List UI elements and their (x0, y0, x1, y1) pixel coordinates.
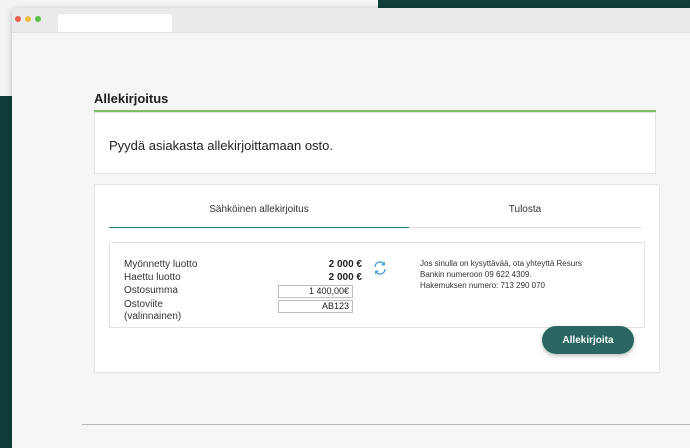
purchase-amount-input[interactable]: 1 400,00€ (278, 285, 353, 298)
browser-titlebar (12, 8, 690, 33)
instruction-text: Pyydä asiakasta allekirjoittamaan osto. (109, 138, 334, 153)
sign-button[interactable]: Allekirjoita (542, 326, 634, 354)
browser-tab[interactable] (58, 14, 172, 32)
purchase-reference-input[interactable]: AB123 (278, 300, 353, 313)
close-window-icon[interactable] (15, 16, 21, 22)
tab-electronic-signature[interactable]: Sähköinen allekirjoitus (109, 204, 409, 215)
browser-window: Allekirjoitus Pyydä asiakasta allekirjoi… (12, 8, 690, 448)
requested-credit-value: 2 000 € (328, 272, 362, 283)
purchase-amount-label: Ostosumma (124, 285, 178, 296)
minimize-window-icon[interactable] (25, 16, 31, 22)
help-line: Bankin numeroon 09 622 4309. (420, 270, 532, 279)
page-title: Allekirjoitus (94, 91, 169, 106)
background-panel-dark (378, 0, 690, 8)
granted-credit-label: Myönnetty luotto (124, 259, 198, 270)
application-number: Hakemuksen numero: 713 290 070 (420, 281, 545, 290)
purchase-reference-label: Ostoviite (124, 299, 163, 310)
footer-divider (82, 424, 690, 425)
requested-credit-label: Haettu luotto (124, 272, 181, 283)
purchase-reference-optional-label: (valinnainen) (124, 311, 182, 322)
active-tab-indicator (109, 227, 409, 228)
maximize-window-icon[interactable] (35, 16, 41, 22)
tab-print[interactable]: Tulosta (409, 204, 641, 215)
help-line: Jos sinulla on kysyttävää, ota yhteyttä … (420, 259, 582, 268)
instruction-box: Pyydä asiakasta allekirjoittamaan osto. (94, 112, 656, 174)
page-content: Allekirjoitus Pyydä asiakasta allekirjoi… (12, 33, 690, 448)
purchase-details: Myönnetty luotto 2 000 € Haettu luotto 2… (109, 242, 645, 328)
inactive-tab-indicator (409, 227, 641, 228)
granted-credit-value: 2 000 € (328, 259, 362, 270)
help-text: Jos sinulla on kysyttävää, ota yhteyttä … (420, 258, 640, 291)
refresh-icon[interactable] (372, 260, 388, 276)
